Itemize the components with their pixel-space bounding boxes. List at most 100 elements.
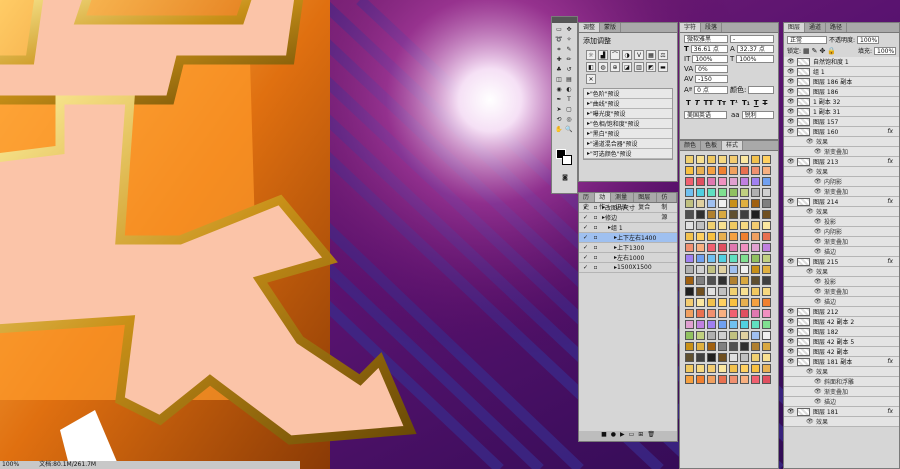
- style-swatch[interactable]: [762, 287, 771, 296]
- style-swatch[interactable]: [740, 276, 749, 285]
- style-swatch[interactable]: [718, 375, 727, 384]
- style-swatch[interactable]: [729, 309, 738, 318]
- style-swatch[interactable]: [762, 364, 771, 373]
- eye-icon[interactable]: 👁: [787, 78, 795, 85]
- style-swatch[interactable]: [718, 265, 727, 274]
- blur-tool-icon[interactable]: ◉: [555, 86, 563, 94]
- style-swatch[interactable]: [707, 364, 716, 373]
- style-swatch[interactable]: [729, 298, 738, 307]
- style-swatch[interactable]: [751, 177, 760, 186]
- fill-field[interactable]: 100%: [874, 46, 896, 55]
- style-swatch[interactable]: [685, 276, 694, 285]
- layer-effect-row[interactable]: 👁 描边: [784, 247, 899, 257]
- style-swatch[interactable]: [718, 232, 727, 241]
- style-swatch[interactable]: [729, 331, 738, 340]
- style-swatch[interactable]: [685, 166, 694, 175]
- style-swatch[interactable]: [740, 243, 749, 252]
- style-swatch[interactable]: [707, 177, 716, 186]
- layer-effect-row[interactable]: 👁 斜面和浮雕: [784, 377, 899, 387]
- style-swatch[interactable]: [751, 276, 760, 285]
- eraser-tool-icon[interactable]: ◫: [555, 76, 563, 84]
- style-swatch[interactable]: [718, 276, 727, 285]
- style-swatch[interactable]: [685, 331, 694, 340]
- color-balance-icon[interactable]: ⚖: [658, 50, 668, 60]
- eye-icon[interactable]: 👁: [806, 268, 814, 275]
- toggle-dialog-icon[interactable]: ▫: [592, 254, 599, 261]
- style-swatch[interactable]: [685, 320, 694, 329]
- style-swatch[interactable]: [740, 166, 749, 175]
- eye-icon[interactable]: 👁: [814, 178, 822, 185]
- style-swatch[interactable]: [685, 210, 694, 219]
- expand-icon[interactable]: ▸: [602, 234, 617, 241]
- eye-icon[interactable]: 👁: [814, 378, 822, 385]
- style-swatch[interactable]: [740, 331, 749, 340]
- tab-action-2[interactable]: 测量记录: [611, 193, 635, 211]
- style-swatch[interactable]: [729, 155, 738, 164]
- eye-icon[interactable]: 👁: [787, 158, 795, 165]
- tab-action-4[interactable]: 仿制源: [657, 193, 677, 221]
- style-swatch[interactable]: [707, 188, 716, 197]
- layer-row[interactable]: 👁 图层 181 副本 fx: [784, 357, 899, 367]
- posterize-icon[interactable]: ▥: [634, 62, 644, 72]
- style-swatch[interactable]: [729, 364, 738, 373]
- curves-icon[interactable]: ⌒: [610, 50, 620, 60]
- tab-channels[interactable]: 通道: [805, 23, 827, 32]
- hue-saturation-icon[interactable]: ▦: [646, 50, 656, 60]
- layer-effect-row[interactable]: 👁 效果: [784, 267, 899, 277]
- style-swatch[interactable]: [707, 155, 716, 164]
- style-swatch[interactable]: [696, 375, 705, 384]
- tracking-field[interactable]: 0%: [695, 65, 728, 73]
- 3d-camera-icon[interactable]: ◎: [565, 116, 573, 124]
- action-item[interactable]: ✓ ▫ ▸ 1500X1500: [579, 263, 677, 273]
- gradient-map-icon[interactable]: ▬: [658, 62, 668, 72]
- toggle-dialog-icon[interactable]: ▫: [592, 244, 599, 251]
- eye-icon[interactable]: 👁: [806, 418, 814, 425]
- style-swatch[interactable]: [718, 364, 727, 373]
- style-swatch[interactable]: [707, 210, 716, 219]
- baseline-field[interactable]: 0 点: [694, 86, 728, 94]
- layer-row[interactable]: 👁 图层 186 副本: [784, 77, 899, 87]
- zoom-level[interactable]: 100%: [2, 461, 19, 469]
- style-swatch[interactable]: [740, 265, 749, 274]
- style-swatch[interactable]: [718, 331, 727, 340]
- style-swatch[interactable]: [685, 265, 694, 274]
- style-swatch[interactable]: [685, 177, 694, 186]
- eye-icon[interactable]: 👁: [787, 118, 795, 125]
- marquee-tool-icon[interactable]: ▭: [555, 26, 563, 34]
- style-swatch[interactable]: [751, 298, 760, 307]
- faux-italic-icon[interactable]: T: [695, 99, 700, 107]
- layer-effect-row[interactable]: 👁 内阴影: [784, 177, 899, 187]
- style-swatch[interactable]: [740, 155, 749, 164]
- tab-swatches[interactable]: 色板: [701, 141, 723, 150]
- lock-pixels-icon[interactable]: ▦: [803, 47, 810, 55]
- style-swatch[interactable]: [740, 342, 749, 351]
- style-swatch[interactable]: [718, 177, 727, 186]
- layer-row[interactable]: 👁 图层 186: [784, 87, 899, 97]
- eye-icon[interactable]: 👁: [787, 308, 795, 315]
- expand-icon[interactable]: ▸: [602, 264, 617, 271]
- all-caps-icon[interactable]: TT: [704, 99, 714, 107]
- eyedropper-icon[interactable]: ✎: [565, 46, 573, 54]
- layer-row[interactable]: 👁 图层 213 fx: [784, 157, 899, 167]
- style-swatch[interactable]: [718, 287, 727, 296]
- magic-wand-icon[interactable]: ✧: [565, 36, 573, 44]
- style-swatch[interactable]: [707, 265, 716, 274]
- vibrance-icon[interactable]: V: [634, 50, 644, 60]
- zoom-tool-icon[interactable]: 🔍: [565, 126, 573, 134]
- layer-effect-row[interactable]: 👁 效果: [784, 167, 899, 177]
- style-swatch[interactable]: [718, 254, 727, 263]
- style-swatch[interactable]: [696, 188, 705, 197]
- style-swatch[interactable]: [740, 287, 749, 296]
- expand-icon[interactable]: ▸: [602, 224, 611, 231]
- check-icon[interactable]: ✓: [582, 224, 589, 231]
- style-swatch[interactable]: [707, 298, 716, 307]
- action-item[interactable]: ✓ ▫ ▸ 上下1300: [579, 243, 677, 253]
- levels-icon[interactable]: ▟: [598, 50, 608, 60]
- expand-icon[interactable]: ▸: [602, 244, 617, 251]
- underline-icon[interactable]: T: [754, 99, 759, 107]
- style-swatch[interactable]: [729, 232, 738, 241]
- layer-effect-row[interactable]: 👁 投影: [784, 277, 899, 287]
- style-swatch[interactable]: [729, 188, 738, 197]
- style-swatch[interactable]: [751, 353, 760, 362]
- style-swatch[interactable]: [707, 342, 716, 351]
